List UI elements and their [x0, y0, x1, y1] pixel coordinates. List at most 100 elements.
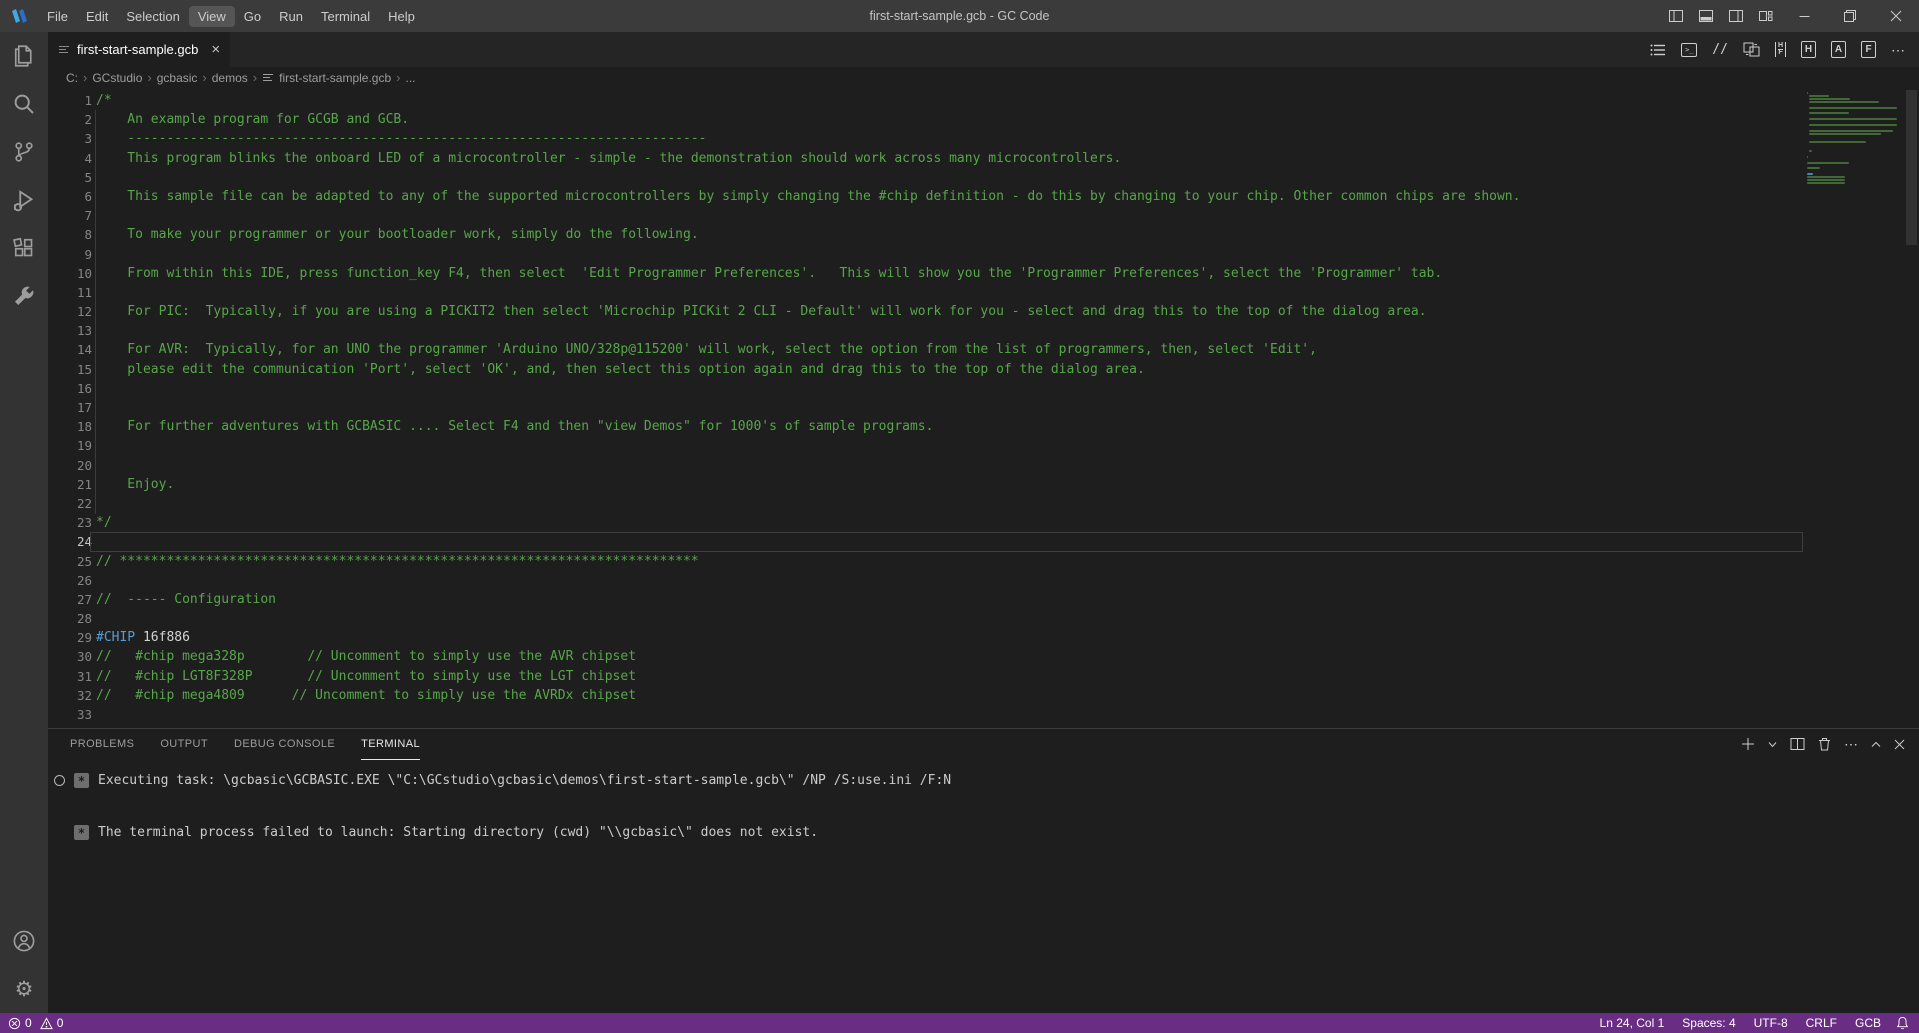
new-terminal-icon[interactable]	[1741, 737, 1755, 751]
terminal-row[interactable]: *The terminal process failed to launch: …	[52, 823, 1919, 842]
code-line-19[interactable]: 19	[48, 436, 1803, 455]
code-line-23[interactable]: 23*/	[48, 513, 1803, 532]
statusbar-item[interactable]: GCB	[1846, 1016, 1890, 1030]
terminal-row[interactable]: *Executing task: \gcbasic\GCBASIC.EXE \"…	[52, 771, 1919, 790]
code-line-8[interactable]: 8 To make your programmer or your bootlo…	[48, 225, 1803, 244]
terminal-output[interactable]: *Executing task: \gcbasic\GCBASIC.EXE \"…	[48, 759, 1919, 842]
code-line-3[interactable]: 3 --------------------------------------…	[48, 129, 1803, 148]
menu-go[interactable]: Go	[235, 6, 270, 27]
tab-first-start-sample[interactable]: first-start-sample.gcb ×	[48, 32, 230, 67]
code-line-15[interactable]: 15 please edit the communication 'Port',…	[48, 360, 1803, 379]
code-line-30[interactable]: 30// #chip mega328p // Uncomment to simp…	[48, 647, 1803, 666]
toggle-sidebar-button[interactable]	[1661, 0, 1691, 32]
panel-tab-output[interactable]: OUTPUT	[160, 729, 208, 760]
switch-view-icon[interactable]	[1743, 42, 1760, 57]
close-panel-icon[interactable]	[1894, 739, 1905, 750]
code-line-10[interactable]: 10 From within this IDE, press function_…	[48, 264, 1803, 283]
explorer-icon[interactable]	[0, 32, 48, 80]
problems-status[interactable]: 0 0	[0, 1016, 67, 1030]
maximize-panel-icon[interactable]	[1871, 741, 1881, 748]
breadcrumb-item[interactable]: C:	[66, 71, 78, 85]
restore-button[interactable]	[1827, 0, 1873, 32]
code-line-7[interactable]: 7	[48, 206, 1803, 225]
breadcrumb-item[interactable]: ...	[406, 71, 416, 85]
split-panel-icon[interactable]	[1790, 737, 1805, 751]
panel-tab-terminal[interactable]: TERMINAL	[361, 729, 420, 760]
tools-wrench-icon[interactable]	[0, 272, 48, 320]
menu-help[interactable]: Help	[379, 6, 424, 27]
breadcrumb-item[interactable]: demos	[212, 71, 248, 85]
code-line-5[interactable]: 5	[48, 168, 1803, 187]
menu-run[interactable]: Run	[270, 6, 312, 27]
kill-terminal-trash-icon[interactable]	[1818, 737, 1831, 751]
breadcrumb-item[interactable]: gcbasic	[157, 71, 198, 85]
code-line-11[interactable]: 11	[48, 283, 1803, 302]
more-actions-icon[interactable]: ⋯	[1891, 43, 1905, 57]
source-control-icon[interactable]	[0, 128, 48, 176]
asm-view-icon[interactable]: A	[1831, 41, 1846, 58]
code-line-33[interactable]: 33	[48, 705, 1803, 724]
search-icon[interactable]	[0, 80, 48, 128]
code-line-14[interactable]: 14 For AVR: Typically, for an UNO the pr…	[48, 340, 1803, 359]
code-line-4[interactable]: 4 This program blinks the onboard LED of…	[48, 149, 1803, 168]
code-line-26[interactable]: 26	[48, 571, 1803, 590]
minimap[interactable]	[1803, 88, 1903, 728]
line-number: 30	[48, 647, 92, 666]
code-line-24[interactable]: 24	[48, 532, 1803, 551]
menu-file[interactable]: File	[38, 6, 77, 27]
code-line-22[interactable]: 22	[48, 494, 1803, 513]
toggle-panel-button[interactable]	[1691, 0, 1721, 32]
statusbar-item[interactable]: UTF-8	[1745, 1016, 1797, 1030]
panel-tab-debug-console[interactable]: DEBUG CONSOLE	[234, 729, 335, 760]
line-content	[92, 705, 96, 724]
notifications-bell-icon[interactable]	[1890, 1016, 1919, 1030]
code-editor[interactable]: 1/*2 An example program for GCGB and GCB…	[48, 88, 1919, 728]
account-icon[interactable]	[0, 917, 48, 965]
statusbar-item[interactable]: Spaces: 4	[1673, 1016, 1744, 1030]
comment-toggle-icon[interactable]: //	[1712, 42, 1728, 57]
menu-view[interactable]: View	[189, 6, 235, 27]
close-window-button[interactable]	[1873, 0, 1919, 32]
code-line-12[interactable]: 12 For PIC: Typically, if you are using …	[48, 302, 1803, 321]
breadcrumb-item[interactable]: first-start-sample.gcb	[279, 71, 391, 85]
code-line-25[interactable]: 25// ***********************************…	[48, 552, 1803, 571]
code-line-28[interactable]: 28	[48, 609, 1803, 628]
code-line-21[interactable]: 21 Enjoy.	[48, 475, 1803, 494]
tab-close-icon[interactable]: ×	[211, 42, 220, 57]
minimize-button[interactable]	[1781, 0, 1827, 32]
code-line-17[interactable]: 17	[48, 398, 1803, 417]
open-terminal-icon[interactable]: >_	[1681, 43, 1697, 57]
panel-tab-problems[interactable]: PROBLEMS	[70, 729, 134, 760]
code-line-13[interactable]: 13	[48, 321, 1803, 340]
statusbar-item[interactable]: Ln 24, Col 1	[1591, 1016, 1674, 1030]
code-line-9[interactable]: 9	[48, 245, 1803, 264]
extensions-icon[interactable]	[0, 224, 48, 272]
run-debug-icon[interactable]	[0, 176, 48, 224]
code-line-20[interactable]: 20	[48, 456, 1803, 475]
code-line-6[interactable]: 6 This sample file can be adapted to any…	[48, 187, 1803, 206]
menu-terminal[interactable]: Terminal	[312, 6, 379, 27]
hex-view-icon[interactable]: H	[1801, 41, 1816, 58]
code-line-32[interactable]: 32// #chip mega4809 // Uncomment to simp…	[48, 686, 1803, 705]
settings-gear-icon[interactable]: ⚙	[0, 965, 48, 1013]
customize-layout-button[interactable]	[1751, 0, 1781, 32]
terminal-dropdown-icon[interactable]	[1768, 741, 1777, 748]
code-line-31[interactable]: 31// #chip LGT8F328P // Uncomment to sim…	[48, 667, 1803, 686]
menu-selection[interactable]: Selection	[117, 6, 188, 27]
code-line-27[interactable]: 27// ----- Configuration	[48, 590, 1803, 609]
breadcrumb-item[interactable]: GCstudio	[92, 71, 142, 85]
hex-file-split-icon[interactable]: HF	[1775, 42, 1786, 57]
file-view-icon[interactable]: F	[1861, 41, 1876, 58]
code-line-16[interactable]: 16	[48, 379, 1803, 398]
outline-list-icon[interactable]	[1650, 43, 1666, 57]
code-line-18[interactable]: 18 For further adventures with GCBASIC .…	[48, 417, 1803, 436]
panel-more-actions-icon[interactable]: ⋯	[1844, 737, 1858, 751]
code-line-29[interactable]: 29#CHIP 16f886	[48, 628, 1803, 647]
menu-edit[interactable]: Edit	[77, 6, 117, 27]
line-number: 12	[48, 302, 92, 321]
toggle-secondary-sidebar-button[interactable]	[1721, 0, 1751, 32]
statusbar-item[interactable]: CRLF	[1797, 1016, 1846, 1030]
code-line-1[interactable]: 1/*	[48, 91, 1803, 110]
vertical-scrollbar[interactable]	[1904, 88, 1919, 728]
code-line-2[interactable]: 2 An example program for GCGB and GCB.	[48, 110, 1803, 129]
